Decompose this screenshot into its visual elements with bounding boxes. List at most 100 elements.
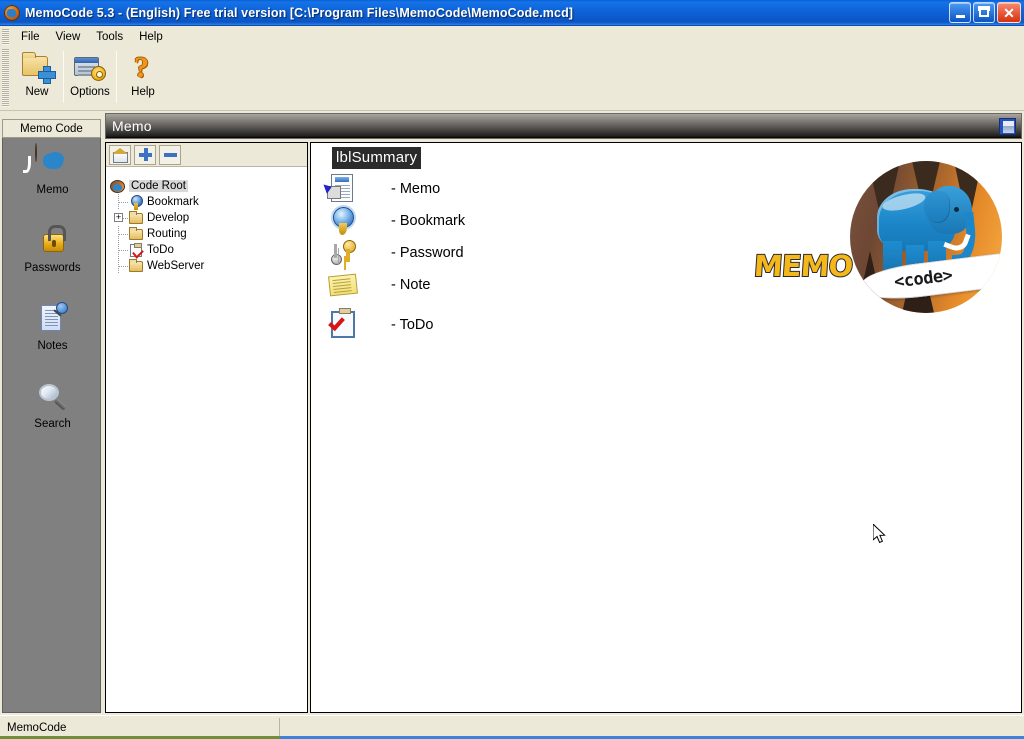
memo-elephant-icon <box>22 143 71 180</box>
help-question-icon: ? <box>134 51 149 84</box>
home-icon <box>112 148 128 163</box>
help-button-label: Help <box>131 86 155 98</box>
bookmark-icon <box>128 194 144 210</box>
bookmark-rosette-icon <box>327 206 361 236</box>
menu-item-tools[interactable]: Tools <box>88 29 131 45</box>
window-controls: ✕ <box>949 2 1021 23</box>
tree-indent <box>110 226 128 242</box>
tree-indent <box>110 258 128 274</box>
minimize-button[interactable] <box>949 2 971 23</box>
sidebar-item-notes[interactable]: Notes <box>3 294 102 372</box>
tree-node-label: Routing <box>147 228 187 240</box>
mouse-cursor <box>873 524 886 544</box>
menu-item-help[interactable]: Help <box>131 29 171 45</box>
magnifier-icon <box>35 378 71 414</box>
list-item-memo[interactable]: - Memo <box>327 173 727 205</box>
sticky-note-icon <box>327 270 361 300</box>
options-button-label: Options <box>70 86 110 98</box>
code-root-icon <box>110 179 126 194</box>
list-item-label: - Password <box>391 245 464 261</box>
content-area: lblSummary - Memo - Bookmark - Password <box>310 142 1022 713</box>
save-disk-icon[interactable] <box>999 118 1016 135</box>
sidebar-header: Memo Code <box>2 119 101 138</box>
tree-node-todo[interactable]: ToDo <box>110 242 307 258</box>
options-button[interactable]: Options <box>64 47 116 107</box>
list-item-label: - ToDo <box>391 317 434 333</box>
menu-bar: File View Tools Help <box>0 26 1024 47</box>
tree-home-button[interactable] <box>109 144 131 165</box>
sidebar-item-passwords[interactable]: Passwords <box>3 216 102 294</box>
tree-expand-button[interactable] <box>134 144 156 165</box>
menu-grip-handle[interactable] <box>2 28 9 45</box>
application-window: MemoCode 5.3 - (English) Free trial vers… <box>0 0 1024 739</box>
sidebar-item-search[interactable]: Search <box>3 372 102 450</box>
list-item-label: - Note <box>391 277 431 293</box>
tree-node-label: ToDo <box>147 244 174 256</box>
sidebar-item-label: Notes <box>37 340 68 352</box>
list-item-bookmark[interactable]: - Bookmark <box>327 205 727 237</box>
plus-icon <box>138 148 152 161</box>
todo-clipboard-icon <box>327 308 361 340</box>
sidebar-item-memo[interactable]: Memo <box>3 138 102 216</box>
list-item-todo[interactable]: - ToDo <box>327 308 727 341</box>
folder-icon <box>128 210 144 226</box>
page-title: Memo <box>112 118 152 134</box>
sidebar: Memo Passwords Notes Search <box>2 138 101 713</box>
logo-wordmark: MEMO <box>752 248 855 284</box>
memocode-elephant-icon <box>4 4 20 21</box>
padlock-icon <box>35 222 71 258</box>
summary-label: lblSummary <box>332 147 422 169</box>
list-item-label: - Memo <box>391 181 441 197</box>
restore-icon <box>978 6 990 17</box>
minus-icon <box>163 148 177 161</box>
pane-header: Memo <box>105 113 1022 139</box>
tree-collapse-button[interactable] <box>159 144 181 165</box>
tree-panel: Code Root Bookmark + Develop Routing ToD… <box>105 142 308 713</box>
folder-icon <box>128 258 144 274</box>
tree-node-label: Bookmark <box>147 196 199 208</box>
memocode-logo-badge: <code> <box>850 161 1002 313</box>
list-item-note[interactable]: - Note <box>327 269 727 301</box>
keys-icon <box>327 238 361 268</box>
new-button-label: New <box>25 86 49 98</box>
tree-indent <box>110 242 128 258</box>
tree-node-develop[interactable]: + Develop <box>110 210 307 226</box>
new-folder-icon <box>20 51 56 84</box>
toolbar: New Options ? Help <box>0 47 1024 111</box>
tree-node-routing[interactable]: Routing <box>110 226 307 242</box>
note-pin-icon <box>35 300 71 336</box>
close-icon: ✕ <box>1003 4 1015 21</box>
tree-toolbar <box>106 143 307 167</box>
memo-document-icon <box>327 174 361 204</box>
tree-node-label: Develop <box>147 212 190 224</box>
list-item-label: - Bookmark <box>391 213 466 229</box>
options-gear-icon <box>73 51 107 83</box>
minimize-icon <box>955 14 965 18</box>
help-button[interactable]: ? Help <box>117 47 169 107</box>
new-button[interactable]: New <box>11 47 63 107</box>
tree-node-webserver[interactable]: WebServer <box>110 258 307 274</box>
menu-item-view[interactable]: View <box>48 29 89 45</box>
restore-button[interactable] <box>973 2 995 23</box>
memocode-logo: <code> MEMO <box>752 161 1002 321</box>
tree-expander-develop[interactable]: + <box>114 213 123 222</box>
status-pane <box>0 718 280 738</box>
title-bar: MemoCode 5.3 - (English) Free trial vers… <box>0 0 1024 26</box>
tree-indent <box>110 194 128 210</box>
list-item-password[interactable]: - Password <box>327 237 727 269</box>
tree-node-bookmark[interactable]: Bookmark <box>110 194 307 210</box>
close-button[interactable]: ✕ <box>997 2 1021 23</box>
tree-node-label: WebServer <box>147 260 205 272</box>
tree-indent: + <box>110 210 128 226</box>
sidebar-item-label: Memo <box>36 184 69 196</box>
sidebar-item-label: Search <box>34 418 71 430</box>
todo-clipboard-icon <box>128 242 144 258</box>
tree-node-code-root[interactable]: Code Root <box>110 178 307 194</box>
toolbar-grip-handle[interactable] <box>2 49 9 107</box>
sidebar-item-label: Passwords <box>24 262 81 274</box>
window-title: MemoCode 5.3 - (English) Free trial vers… <box>25 5 574 20</box>
tree-body: Code Root Bookmark + Develop Routing ToD… <box>106 168 307 712</box>
menu-item-file[interactable]: File <box>13 29 48 45</box>
tree-node-label: Code Root <box>129 180 188 192</box>
summary-list: - Memo - Bookmark - Password - Note - To… <box>327 173 727 341</box>
